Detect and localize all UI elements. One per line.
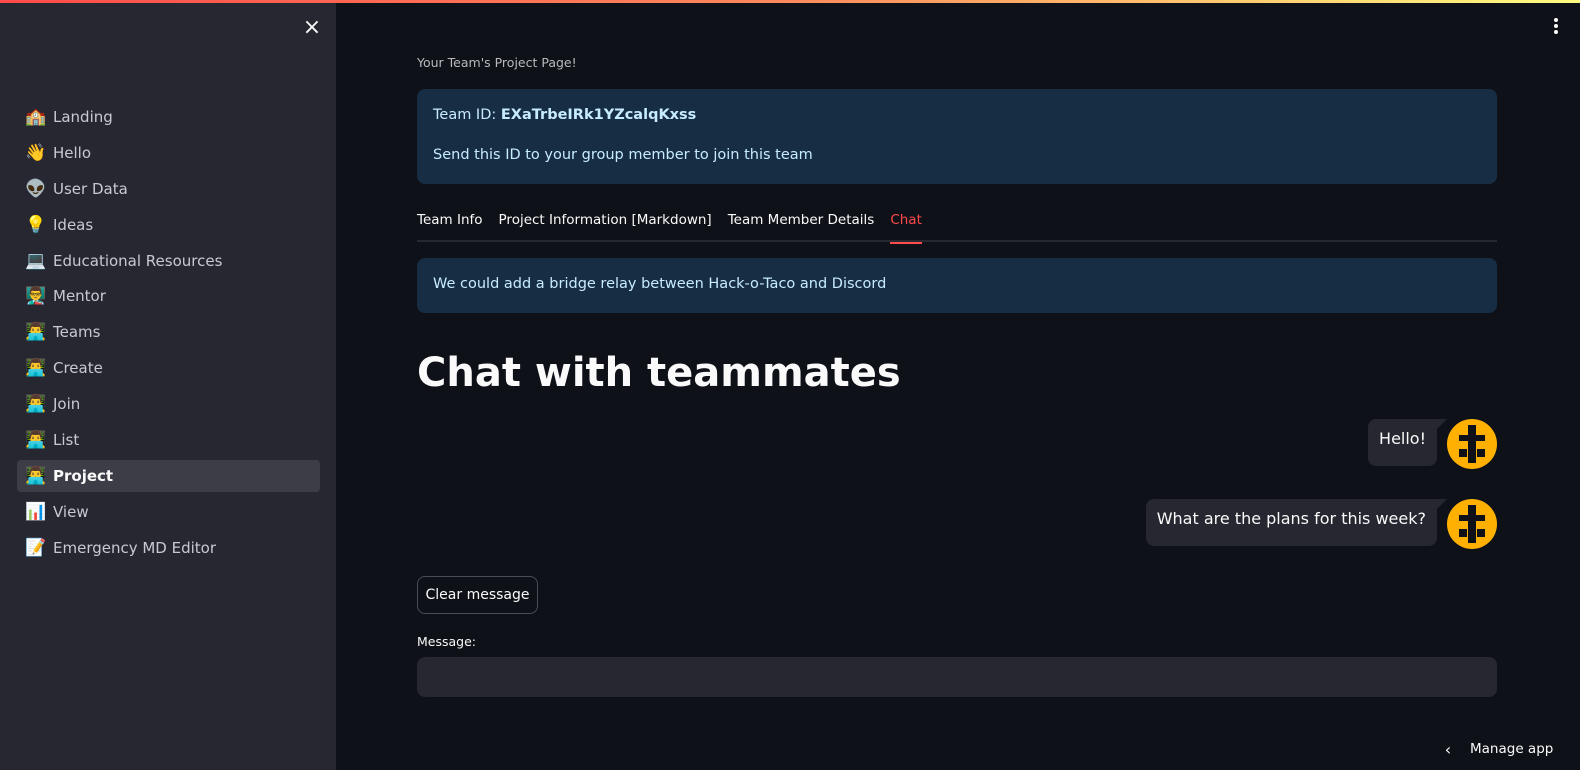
top-decoration-bar <box>0 0 1580 3</box>
sidebar-item-user-data[interactable]: 👽 User Data <box>17 173 320 205</box>
sidebar-item-label: Create <box>53 359 103 378</box>
sidebar-item-label: Project <box>53 466 114 485</box>
sidebar-item-label: Ideas <box>53 215 94 234</box>
sidebar-item-view[interactable]: 📊 View <box>17 496 320 528</box>
tab-project-information[interactable]: Project Information [Markdown] <box>499 210 712 242</box>
sidebar-item-label: Hello <box>53 143 92 162</box>
message-input[interactable] <box>417 657 1497 697</box>
sidebar-item-label: Landing <box>53 108 113 126</box>
technologist-icon: 👨‍💻 <box>25 430 47 451</box>
sidebar-item-label: Teams <box>53 323 101 342</box>
sidebar: × 🏫 Landing 👋 Hello 👽 User Data 💡 Ideas … <box>0 0 336 770</box>
sidebar-item-list[interactable]: 👨‍💻 List <box>17 424 320 456</box>
message-label: Message: <box>417 634 476 649</box>
sidebar-item-label: Educational Resources <box>53 251 223 270</box>
team-id-info-box: Team ID: EXaTrbeIRk1YZcalqKxss Send this… <box>417 89 1497 184</box>
chat-heading: Chat with teammates <box>417 350 901 396</box>
waving-hand-icon: 👋 <box>25 142 47 163</box>
technologist-icon: 👨‍💻 <box>25 465 47 486</box>
chat-bubble: What are the plans for this week? <box>1145 499 1448 546</box>
sidebar-item-join[interactable]: 👨‍💻 Join <box>17 388 320 420</box>
teacher-icon: 👨‍🏫 <box>25 286 47 307</box>
alien-icon: 👽 <box>25 178 47 199</box>
school-icon: 🏫 <box>25 107 47 127</box>
sidebar-nav: 🏫 Landing 👋 Hello 👽 User Data 💡 Ideas 💻 … <box>17 101 320 568</box>
technologist-icon: 👨‍💻 <box>25 394 47 415</box>
sidebar-item-create[interactable]: 👨‍💻 Create <box>17 352 320 384</box>
memo-icon: 📝 <box>25 537 47 558</box>
team-id-prefix: Team ID: <box>433 107 501 123</box>
sidebar-item-mentor[interactable]: 👨‍🏫 Mentor <box>17 280 320 312</box>
team-id-value: EXaTrbeIRk1YZcalqKxss <box>500 107 697 123</box>
idea-info-box: We could add a bridge relay between Hack… <box>417 258 1497 313</box>
tab-team-member-details[interactable]: Team Member Details <box>728 210 875 242</box>
chat-message: What are the plans for this week? <box>1145 499 1497 549</box>
sidebar-item-hello[interactable]: 👋 Hello <box>17 137 320 169</box>
tab-team-info[interactable]: Team Info <box>417 210 483 242</box>
chevron-left-icon: ‹ <box>1444 739 1452 759</box>
sidebar-item-label: Emergency MD Editor <box>53 538 217 557</box>
page-caption: Your Team's Project Page! <box>417 55 577 70</box>
sidebar-item-label: User Data <box>53 179 128 198</box>
sidebar-item-project[interactable]: 👨‍💻 Project <box>17 459 320 492</box>
sidebar-item-educational-resources[interactable]: 💻 Educational Resources <box>17 245 320 277</box>
technologist-icon: 👨‍💻 <box>25 358 47 379</box>
sidebar-item-label: List <box>53 431 80 450</box>
tab-bar: Team Info Project Information [Markdown]… <box>417 210 1497 244</box>
sidebar-item-emergency-md-editor[interactable]: 📝 Emergency MD Editor <box>17 532 320 564</box>
lightbulb-icon: 💡 <box>25 214 47 235</box>
sidebar-item-label: Mentor <box>53 287 106 306</box>
close-icon[interactable]: × <box>300 16 324 40</box>
bot-avatar-icon <box>1447 499 1497 549</box>
technologist-icon: 👨‍💻 <box>25 322 47 343</box>
manage-app-label: Manage app <box>1470 741 1554 757</box>
sidebar-item-teams[interactable]: 👨‍💻 Teams <box>17 316 320 348</box>
team-id-instructions: Send this ID to your group member to joi… <box>433 147 813 163</box>
manage-app-button[interactable]: ‹ Manage app <box>1440 737 1554 761</box>
kebab-menu-icon[interactable] <box>1548 14 1564 38</box>
sidebar-item-label: Join <box>53 395 81 414</box>
bot-avatar-icon <box>1447 419 1497 469</box>
chat-bubble: Hello! <box>1368 419 1447 466</box>
sidebar-item-landing[interactable]: 🏫 Landing <box>17 101 320 133</box>
laptop-icon: 💻 <box>25 250 47 271</box>
clear-message-button[interactable]: Clear message <box>417 576 538 614</box>
sidebar-item-label: View <box>53 502 89 521</box>
chat-message: Hello! <box>1368 419 1497 469</box>
bar-chart-icon: 📊 <box>25 501 47 522</box>
tab-chat[interactable]: Chat <box>890 210 922 244</box>
sidebar-item-ideas[interactable]: 💡 Ideas <box>17 209 320 241</box>
